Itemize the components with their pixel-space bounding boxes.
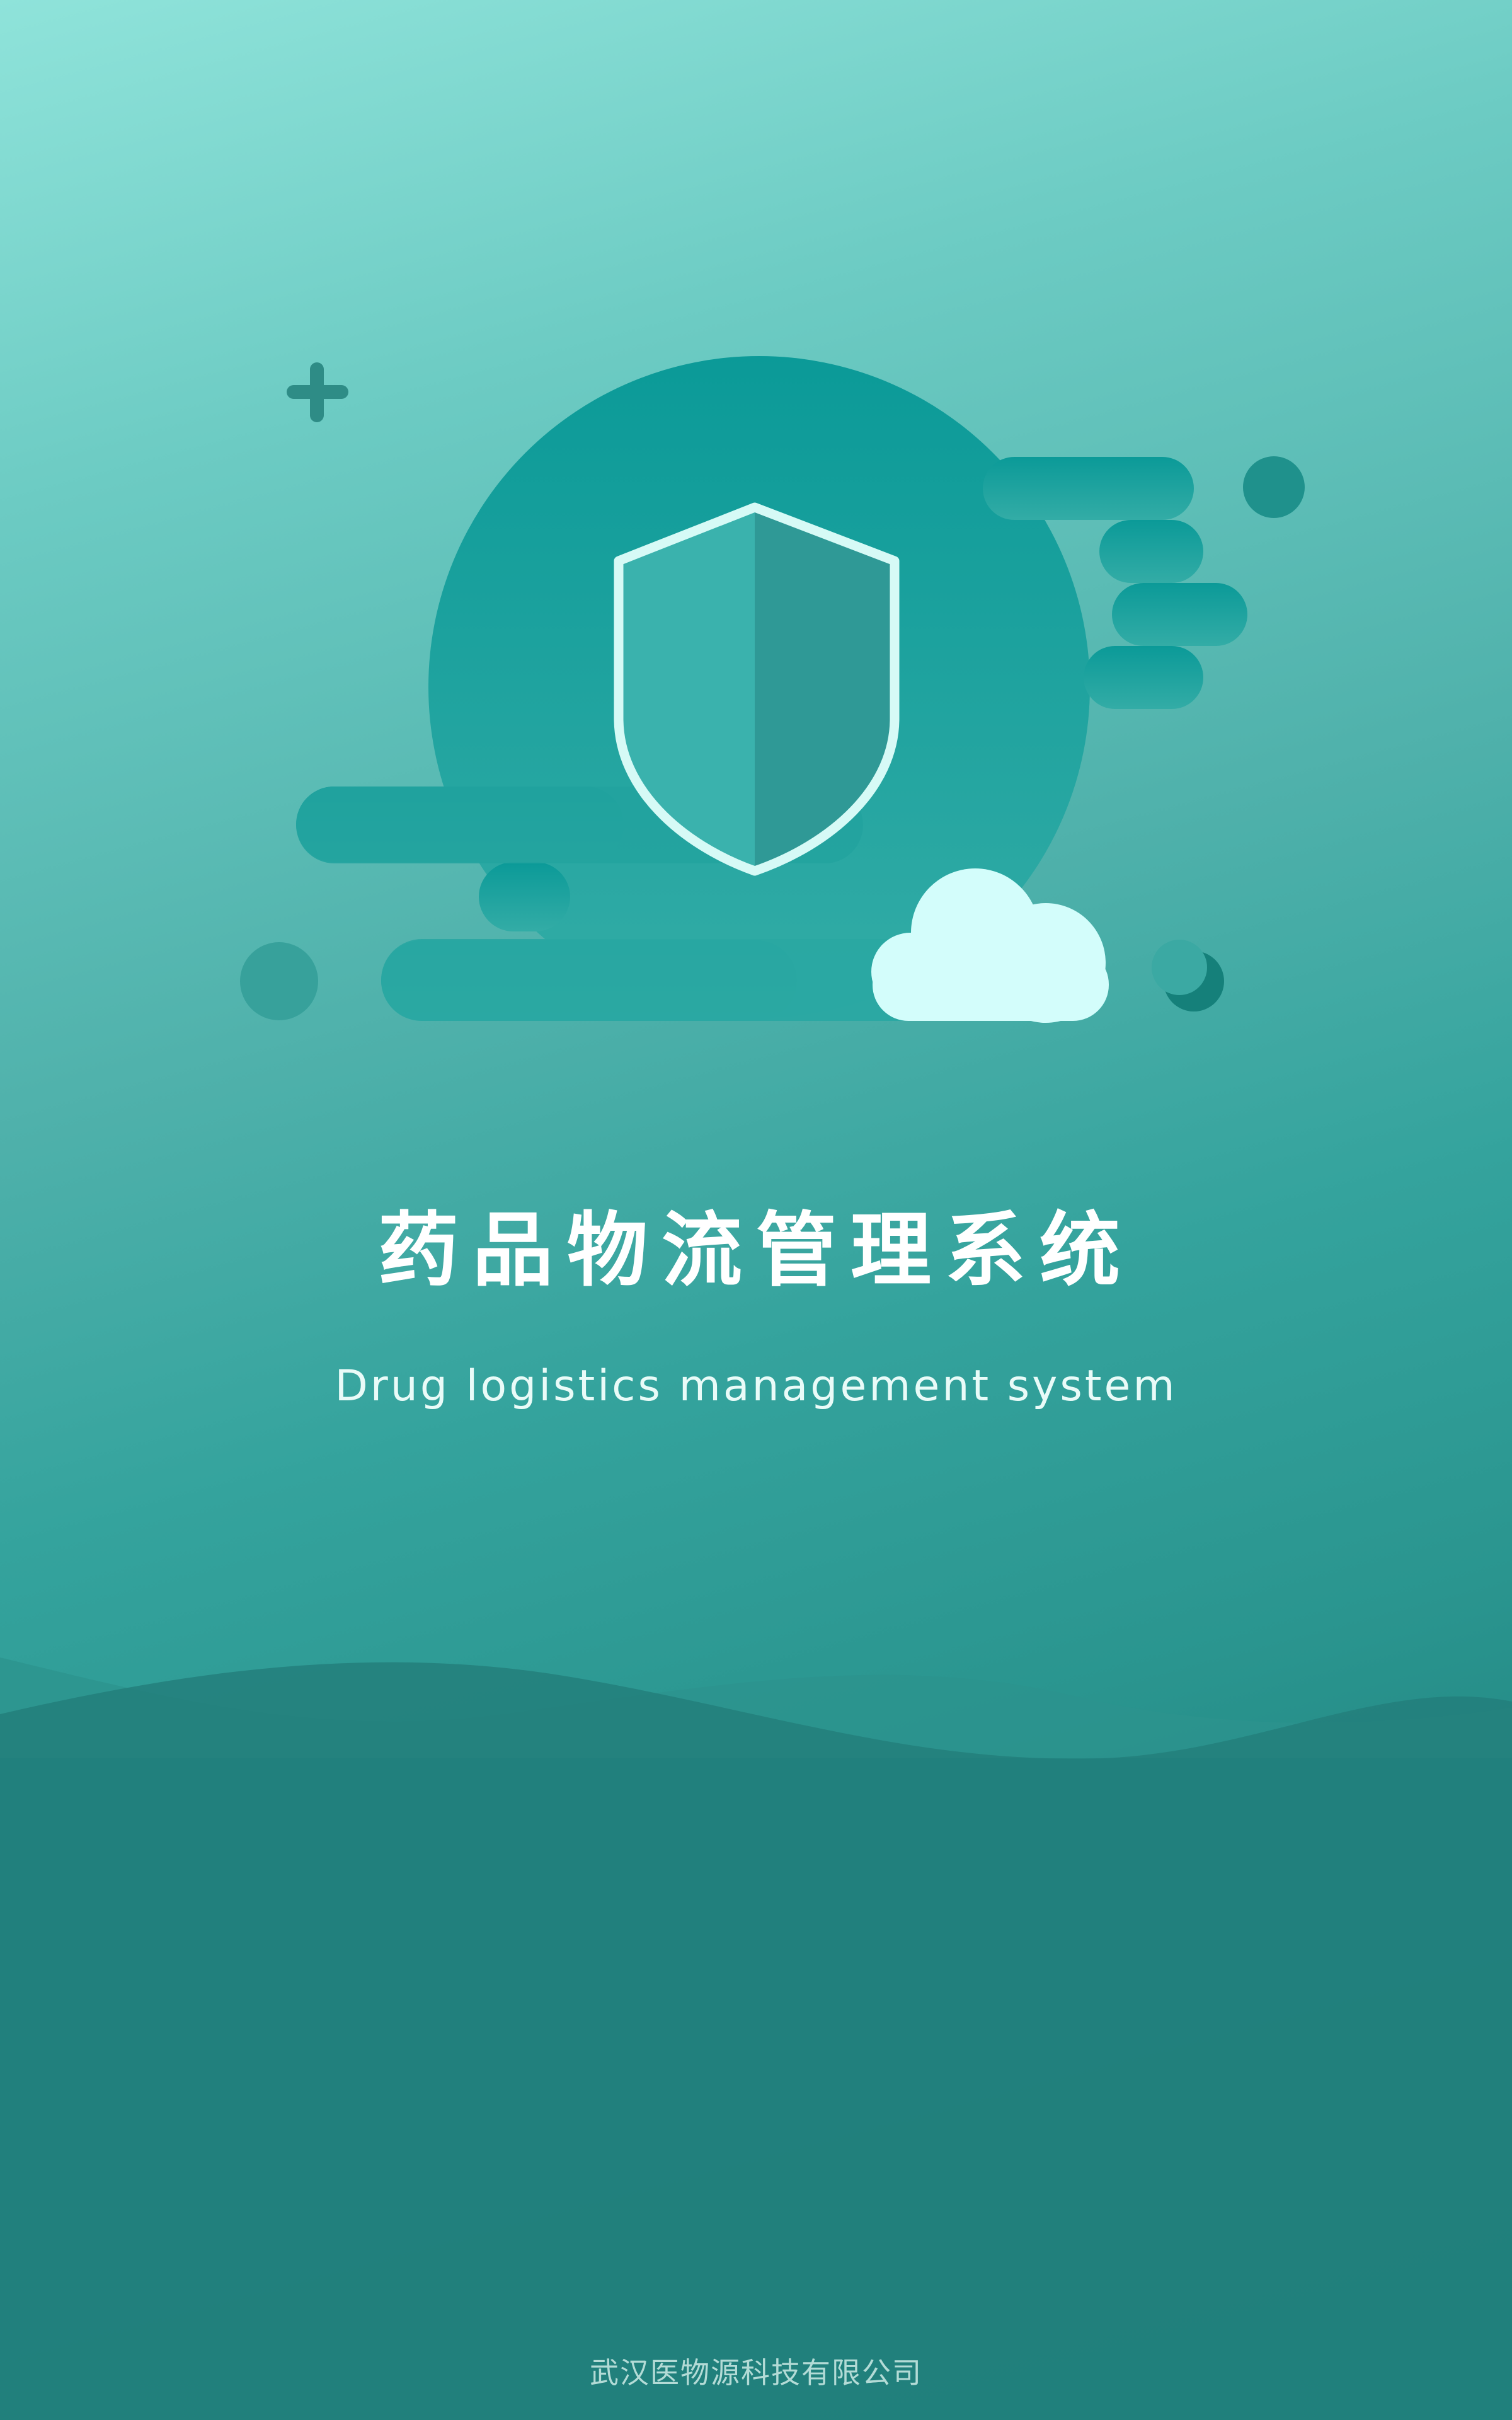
bottom-fill <box>0 1758 1512 2420</box>
moon-icon <box>1152 940 1224 1011</box>
dot-top-right <box>1243 456 1305 518</box>
shield-icon <box>614 502 900 876</box>
plus-icon <box>287 362 348 422</box>
dot-bottom-left <box>240 942 318 1020</box>
app-subtitle: Drug logistics management system <box>335 1361 1177 1411</box>
splash-screen: 药品物流管理系统 Drug logistics management syste… <box>0 0 1512 2420</box>
company-name: 武汉医物源科技有限公司 <box>590 2356 922 2390</box>
app-title: 药品物流管理系统 <box>377 1204 1134 1298</box>
